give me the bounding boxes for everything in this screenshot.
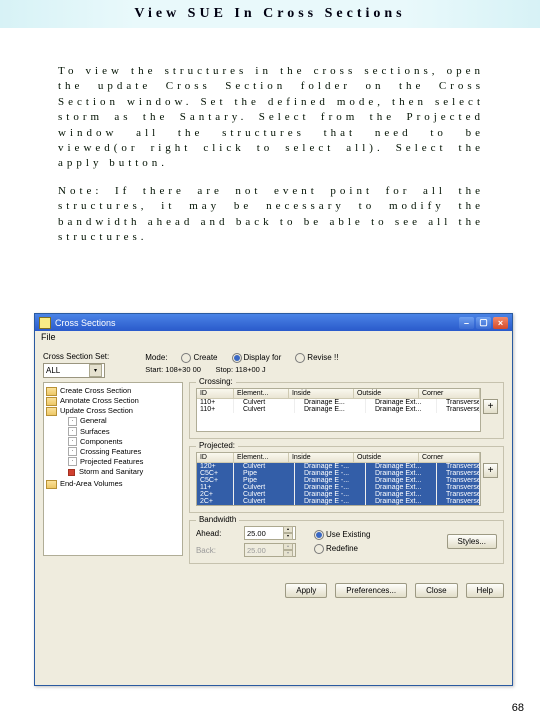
- paragraph-1: To view the structures in the cross sect…: [58, 64, 484, 172]
- table-row: C5C+PipeDrainage E -...Drainage Ext...Tr…: [197, 470, 480, 477]
- mode-row: Mode: Create Display for Revise !!: [145, 353, 504, 363]
- projected-legend: Projected:: [196, 441, 238, 450]
- mode-create-radio[interactable]: Create: [181, 353, 217, 363]
- tree-annotate-cross-section: Annotate Cross Section: [46, 396, 180, 406]
- table-row: 2C+CulvertDrainage E -...Drainage Ext...…: [197, 498, 480, 505]
- body-text: To view the structures in the cross sect…: [58, 64, 484, 257]
- mode-display-radio[interactable]: Display for: [232, 353, 282, 363]
- help-button[interactable]: Help: [466, 583, 504, 598]
- app-icon: [39, 317, 51, 329]
- close-button[interactable]: Close: [415, 583, 457, 598]
- dialog-buttons: Apply Preferences... Close Help: [35, 583, 504, 598]
- nav-tree[interactable]: Create Cross Section Annotate Cross Sect…: [43, 382, 183, 556]
- tree-components: ·Components: [68, 437, 180, 447]
- minimize-button[interactable]: –: [459, 317, 474, 329]
- cross-section-set-value: ALL: [46, 366, 60, 375]
- paragraph-2: Note: If there are not event point for a…: [58, 184, 484, 246]
- table-row: 120+CulvertDrainage E -...Drainage Ext..…: [197, 463, 480, 470]
- cross-section-set-select[interactable]: ALL ▾: [43, 363, 105, 378]
- page-title: View SUE In Cross Sections: [134, 6, 405, 22]
- file-menu[interactable]: File: [41, 332, 56, 342]
- crossing-add-button[interactable]: +: [483, 399, 498, 414]
- projected-table[interactable]: IDElement...InsideOutsideCorner 120+Culv…: [196, 452, 481, 506]
- range-line: Start: 108+30 00 Stop: 118+00 J: [145, 365, 504, 374]
- table-row: 110+CulvertDrainage E...Drainage Ext...T…: [197, 406, 480, 413]
- tree-end-area-volumes: End-Area Volumes: [46, 479, 180, 489]
- maximize-button[interactable]: ▢: [476, 317, 491, 329]
- crossing-table[interactable]: IDElement...InsideOutsideCorner 110+Culv…: [196, 388, 481, 432]
- window-title: Cross Sections: [55, 318, 116, 328]
- apply-button[interactable]: Apply: [285, 583, 327, 598]
- page-number: 68: [512, 702, 524, 714]
- table-row: 2C+CulvertDrainage E -...Drainage Ext...…: [197, 491, 480, 498]
- close-window-button[interactable]: ×: [493, 317, 508, 329]
- tree-surfaces: ·Surfaces: [68, 427, 180, 437]
- crossing-group: Crossing: + IDElement...InsideOutsideCor…: [189, 382, 504, 439]
- preferences-button[interactable]: Preferences...: [335, 583, 407, 598]
- projected-add-button[interactable]: +: [483, 463, 498, 478]
- projected-group: Projected: + IDElement...InsideOutsideCo…: [189, 446, 504, 513]
- tree-crossing: ·Crossing Features: [68, 447, 180, 457]
- tree-update-cross-section: Update Cross Section: [46, 406, 180, 416]
- mode-label: Mode:: [145, 353, 167, 362]
- chevron-down-icon: ▾: [89, 364, 102, 377]
- tree-storm-sanitary: Storm and Sanitary: [68, 467, 180, 477]
- menu-bar: File: [35, 331, 512, 348]
- table-row: C5C+PipeDrainage E -...Drainage Ext...Tr…: [197, 477, 480, 484]
- tree-projected: ·Projected Features: [68, 457, 180, 467]
- crossing-legend: Crossing:: [196, 377, 236, 386]
- ahead-field[interactable]: 25.00▴▾: [244, 526, 296, 540]
- tree-general: ·General: [68, 416, 180, 426]
- table-row: 110+CulvertDrainage E...Drainage Ext...T…: [197, 399, 480, 406]
- title-bar[interactable]: Cross Sections – ▢ ×: [35, 314, 512, 331]
- styles-button[interactable]: Styles...: [447, 534, 497, 549]
- back-field: 25.00▴▾: [244, 543, 296, 557]
- bandwidth-legend: Bandwidth: [196, 515, 239, 524]
- cross-section-set-label: Cross Section Set:: [43, 352, 109, 361]
- table-row: 11+CulvertDrainage E -...Drainage Ext...…: [197, 484, 480, 491]
- page-header-band: View SUE In Cross Sections: [0, 0, 540, 28]
- redefine-radio[interactable]: Redefine: [314, 543, 370, 554]
- mode-revise-radio[interactable]: Revise !!: [295, 353, 338, 363]
- bandwidth-group: Bandwidth Ahead: 25.00▴▾ Back: 25.00▴▾ U…: [189, 520, 504, 564]
- tree-create-cross-section: Create Cross Section: [46, 386, 180, 396]
- cross-sections-window: Cross Sections – ▢ × File Cross Section …: [34, 313, 513, 686]
- use-existing-radio[interactable]: Use Existing: [314, 529, 370, 540]
